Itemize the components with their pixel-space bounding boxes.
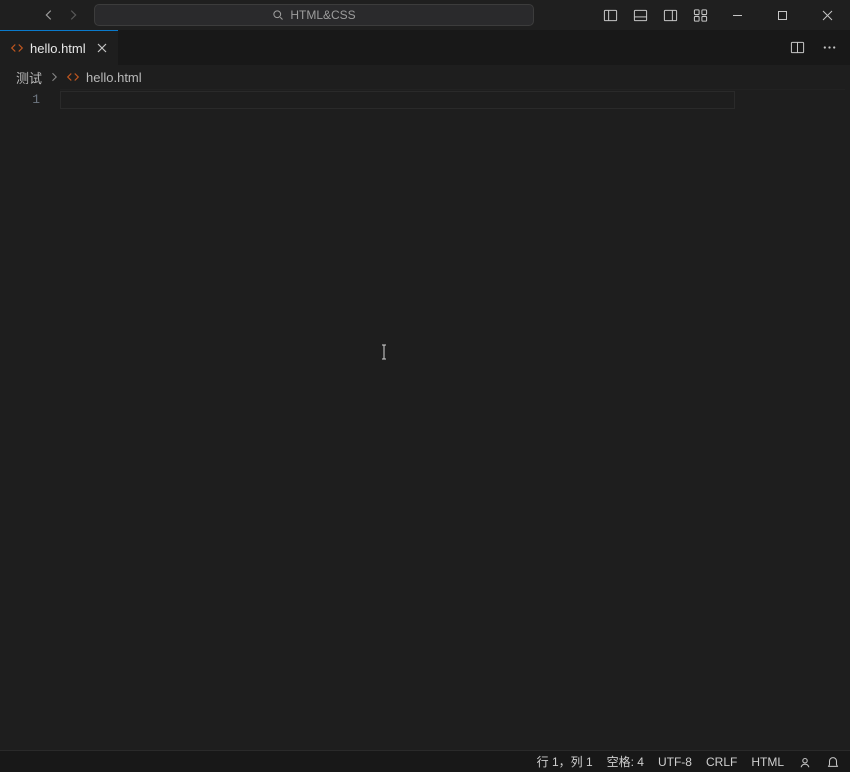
nav-forward-icon (64, 8, 82, 22)
search-icon (272, 9, 284, 21)
status-encoding[interactable]: UTF-8 (658, 755, 692, 769)
title-bar: HTML&CSS (0, 0, 850, 30)
breadcrumb-separator-icon (48, 71, 60, 83)
tab-label: hello.html (30, 41, 86, 56)
status-cursor-position[interactable]: 行 1，列 1 (537, 753, 593, 770)
notifications-icon[interactable] (826, 755, 840, 769)
code-line[interactable] (60, 89, 845, 107)
command-center[interactable]: HTML&CSS (94, 4, 534, 26)
minimap[interactable] (845, 89, 850, 750)
nav-back-icon[interactable] (40, 8, 58, 22)
nav-arrows (0, 8, 88, 22)
toggle-panel-icon[interactable] (625, 0, 655, 30)
html-file-icon (10, 41, 24, 55)
window-controls (715, 0, 850, 30)
feedback-icon[interactable] (798, 755, 812, 769)
status-indentation[interactable]: 空格: 4 (607, 753, 644, 770)
line-number-gutter: 1 (0, 89, 60, 750)
command-center-label: HTML&CSS (290, 8, 355, 22)
tabs-bar: hello.html (0, 30, 850, 65)
customize-layout-icon[interactable] (685, 0, 715, 30)
close-window-icon[interactable] (805, 0, 850, 30)
tab-close-icon[interactable] (96, 42, 108, 54)
editor: 1 (0, 89, 850, 750)
status-bar: 行 1，列 1 空格: 4 UTF-8 CRLF HTML (0, 750, 850, 772)
status-eol[interactable]: CRLF (706, 755, 737, 769)
layout-controls (595, 0, 715, 30)
more-actions-icon[interactable] (816, 35, 842, 61)
status-language[interactable]: HTML (751, 755, 784, 769)
split-editor-icon[interactable] (784, 35, 810, 61)
toggle-primary-sidebar-icon[interactable] (595, 0, 625, 30)
breadcrumb-file[interactable]: hello.html (86, 70, 142, 85)
minimize-icon[interactable] (715, 0, 760, 30)
text-cursor-icon (380, 343, 381, 361)
toggle-secondary-sidebar-icon[interactable] (655, 0, 685, 30)
breadcrumb: 测试 hello.html (0, 65, 850, 89)
tab-actions (784, 30, 850, 65)
code-area[interactable] (60, 89, 845, 750)
breadcrumb-folder[interactable]: 测试 (16, 68, 42, 87)
line-number: 1 (0, 91, 60, 109)
html-file-icon (66, 70, 80, 84)
tab-hello-html[interactable]: hello.html (0, 30, 118, 65)
maximize-icon[interactable] (760, 0, 805, 30)
